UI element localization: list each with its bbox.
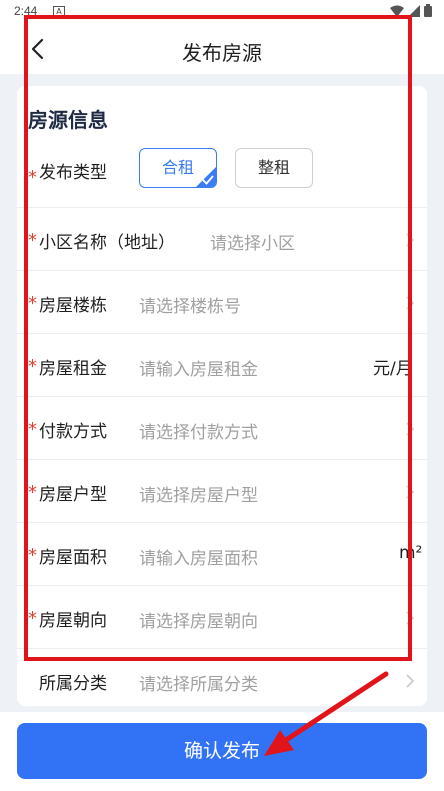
category-row[interactable]: 所属分类 请选择所属分类 bbox=[17, 649, 427, 712]
required-mark: * bbox=[28, 230, 37, 251]
chevron-right-icon bbox=[406, 674, 415, 688]
required-mark: * bbox=[28, 293, 37, 314]
layout-label: 房屋户型 bbox=[39, 485, 107, 505]
layout-row[interactable]: * 房屋户型 请选择房屋户型 bbox=[17, 460, 427, 523]
community-name-row[interactable]: * 小区名称（地址） 请选择小区 bbox=[17, 208, 427, 271]
page-title: 发布房源 bbox=[182, 41, 262, 65]
rent-row: * 房屋租金 请输入房屋租金 元/月 bbox=[17, 334, 427, 397]
chevron-right-icon bbox=[406, 611, 415, 625]
wifi-icon bbox=[390, 5, 404, 17]
orientation-row[interactable]: * 房屋朝向 请选择房屋朝向 bbox=[17, 586, 427, 649]
status-icons bbox=[390, 4, 432, 17]
community-name-input[interactable]: 请选择小区 bbox=[210, 229, 295, 254]
rent-input[interactable]: 请输入房屋租金 bbox=[139, 355, 258, 380]
orientation-input[interactable]: 请选择房屋朝向 bbox=[139, 607, 258, 632]
status-bar: 2:44 A bbox=[0, 0, 444, 24]
required-mark: * bbox=[28, 167, 37, 188]
shared-rent-option[interactable]: 合租 bbox=[139, 148, 217, 188]
layout-input[interactable]: 请选择房屋户型 bbox=[139, 481, 258, 506]
building-row[interactable]: * 房屋楼栋 请选择楼栋号 bbox=[17, 271, 427, 334]
rent-label: 房屋租金 bbox=[39, 359, 107, 379]
area-input[interactable]: 请输入房屋面积 bbox=[139, 544, 258, 569]
confirm-publish-button[interactable]: 确认发布 bbox=[17, 723, 427, 779]
section-title: 房源信息 bbox=[28, 108, 108, 132]
building-input[interactable]: 请选择楼栋号 bbox=[139, 292, 241, 317]
publish-type-row: * 发布类型 bbox=[17, 145, 427, 208]
rent-unit: 元/月 bbox=[373, 359, 413, 379]
area-row: * 房屋面积 请输入房屋面积 m² bbox=[17, 523, 427, 586]
required-mark: * bbox=[28, 608, 37, 629]
building-label: 房屋楼栋 bbox=[39, 296, 107, 316]
publish-type-label: 发布类型 bbox=[39, 163, 107, 183]
required-mark: * bbox=[28, 419, 37, 440]
header: 发布房源 bbox=[0, 24, 444, 74]
orientation-label: 房屋朝向 bbox=[39, 611, 107, 631]
area-label: 房屋面积 bbox=[39, 548, 107, 568]
category-label: 所属分类 bbox=[39, 674, 107, 694]
signal-icon bbox=[408, 4, 420, 17]
payment-method-input[interactable]: 请选择付款方式 bbox=[139, 418, 258, 443]
required-mark: * bbox=[28, 545, 37, 566]
check-icon bbox=[202, 175, 214, 185]
category-input[interactable]: 请选择所属分类 bbox=[139, 670, 258, 695]
battery-icon bbox=[424, 4, 432, 17]
required-mark: * bbox=[28, 482, 37, 503]
shared-rent-label: 合租 bbox=[161, 158, 194, 177]
chevron-right-icon bbox=[406, 485, 415, 499]
payment-method-label: 付款方式 bbox=[39, 422, 107, 442]
whole-rent-label: 整租 bbox=[257, 158, 290, 177]
notification-icon: A bbox=[53, 6, 65, 18]
status-time: 2:44 bbox=[14, 4, 38, 18]
chevron-right-icon bbox=[406, 422, 415, 436]
chevron-right-icon bbox=[406, 233, 415, 247]
required-mark: * bbox=[28, 356, 37, 377]
community-name-label: 小区名称（地址） bbox=[39, 233, 175, 253]
whole-rent-option[interactable]: 整租 bbox=[235, 148, 313, 188]
chevron-right-icon bbox=[406, 296, 415, 310]
area-unit: m² bbox=[399, 543, 423, 563]
payment-method-row[interactable]: * 付款方式 请选择付款方式 bbox=[17, 397, 427, 460]
